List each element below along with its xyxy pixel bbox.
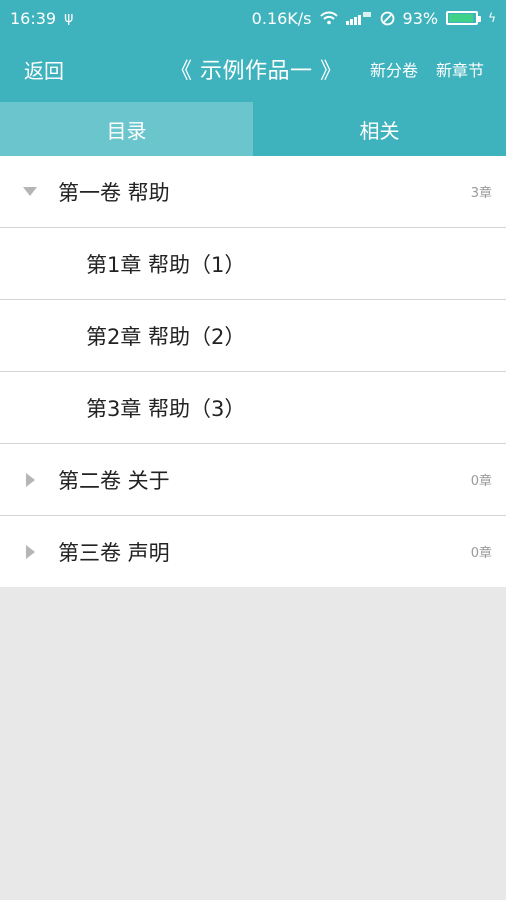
appbar-actions: 新分卷 新章节: [370, 57, 484, 81]
chapter-count: 0章: [470, 546, 492, 561]
volume-row[interactable]: 第三卷 声明 0章: [0, 516, 506, 587]
back-button[interactable]: 返回: [24, 55, 64, 84]
charging-icon: ϟ: [488, 11, 496, 25]
chapter-title: 第1章 帮助（1）: [86, 252, 246, 277]
app-bar: 返回 《 示例作品一 》 新分卷 新章节: [0, 36, 506, 102]
chapter-row[interactable]: 第1章 帮助（1）: [0, 228, 506, 300]
page-title: 《 示例作品一 》: [170, 59, 343, 84]
catalog-list: 第一卷 帮助 3章 第1章 帮助（1） 第2章 帮助（2） 第3章 帮助（3） …: [0, 156, 506, 587]
battery-icon: [446, 11, 482, 25]
collapsed-arrow-icon: [22, 472, 38, 488]
chapter-title: 第2章 帮助（2）: [86, 324, 246, 349]
battery-percent: 93%: [402, 8, 439, 28]
usb-icon: ψ: [64, 10, 74, 26]
expanded-arrow-icon: [22, 184, 38, 200]
new-chapter-button[interactable]: 新章节: [436, 57, 484, 81]
status-bar: 16:39 ψ 0.16K/s 93% ϟ: [0, 0, 506, 36]
wifi-icon: [319, 11, 338, 25]
battery-fill: [449, 14, 474, 22]
volume-title: 第三卷 声明: [58, 540, 170, 565]
chapter-count: 3章: [470, 186, 492, 201]
tab-catalog[interactable]: 目录: [0, 102, 253, 156]
chapter-row[interactable]: 第2章 帮助（2）: [0, 300, 506, 372]
volume-row[interactable]: 第一卷 帮助 3章: [0, 156, 506, 228]
network-speed: 0.16K/s: [251, 8, 312, 28]
volume-title: 第一卷 帮助: [58, 180, 170, 205]
volume-row[interactable]: 第二卷 关于 0章: [0, 444, 506, 516]
tab-related[interactable]: 相关: [253, 102, 506, 156]
collapsed-arrow-icon: [22, 544, 38, 560]
chapter-title: 第3章 帮助（3）: [86, 396, 246, 421]
do-not-disturb-icon: [380, 11, 394, 25]
volume-title: 第二卷 关于: [58, 468, 170, 493]
new-volume-button[interactable]: 新分卷: [370, 57, 418, 81]
chapter-count: 0章: [470, 474, 492, 489]
signal-icon: [345, 12, 371, 25]
status-time: 16:39: [10, 8, 57, 28]
chapter-row[interactable]: 第3章 帮助（3）: [0, 372, 506, 444]
tab-bar: 目录 相关: [0, 102, 506, 156]
